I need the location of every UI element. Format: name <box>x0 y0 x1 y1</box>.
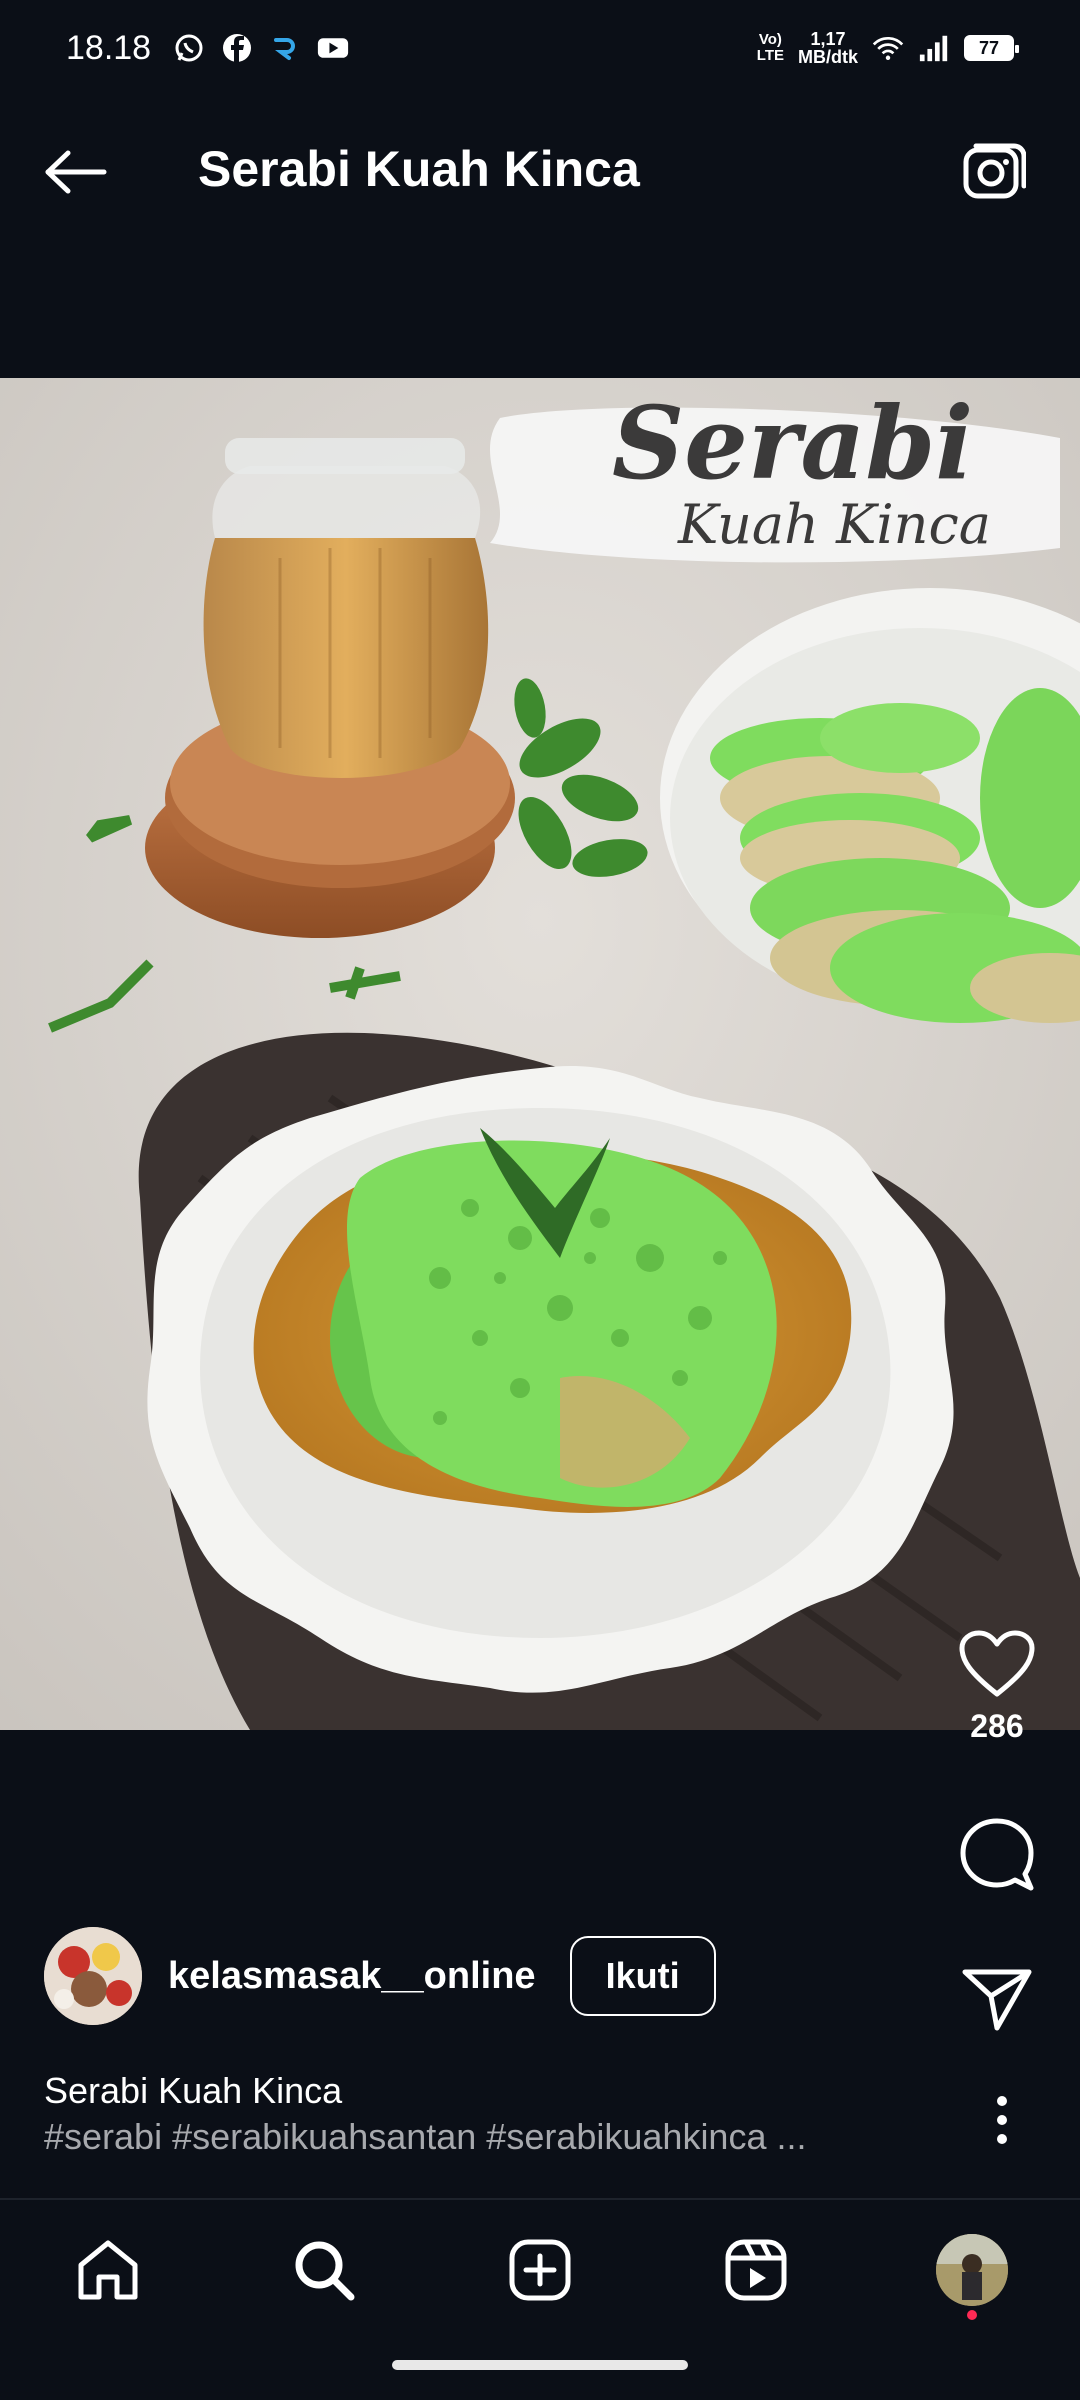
wifi-icon <box>872 32 904 64</box>
header: Serabi Kuah Kinca <box>0 96 1080 246</box>
caption-title: Serabi Kuah Kinca <box>44 2070 343 2111</box>
nav-search[interactable] <box>282 2228 366 2312</box>
more-vertical-icon <box>997 2096 1007 2144</box>
facebook-icon <box>221 32 253 64</box>
arrow-left-icon <box>45 150 107 194</box>
volte-indicator: Vo) LTE <box>757 32 784 64</box>
caption-hashtags[interactable]: #serabi #serabikuahsantan #serabikuahkin… <box>44 2114 944 2160</box>
nav-reels[interactable] <box>714 2228 798 2312</box>
page-title: Serabi Kuah Kinca <box>198 141 640 197</box>
profile-avatar <box>936 2234 1008 2306</box>
caption[interactable]: Serabi Kuah Kinca #serabi #serabikuahsan… <box>44 2068 944 2160</box>
comment-icon <box>960 1818 1034 1891</box>
notification-dot <box>967 2310 977 2320</box>
follow-button[interactable]: Ikuti <box>569 1936 716 2016</box>
bottom-nav <box>0 2200 1080 2340</box>
nav-home[interactable] <box>66 2228 150 2312</box>
comment-button[interactable] <box>942 1816 1052 1892</box>
home-icon <box>78 2240 138 2300</box>
search-icon <box>295 2241 355 2301</box>
author-row: kelasmasak__online Ikuti <box>44 1926 716 2026</box>
status-time: 18.18 <box>66 28 152 67</box>
like-button[interactable]: 286 <box>942 1630 1052 1745</box>
post-media[interactable]: Serabi Kuah Kinca <box>0 378 1080 1730</box>
overlay-title: Serabi <box>612 384 973 502</box>
network-speed: 1,17 MB/dtk <box>798 30 858 66</box>
nav-create[interactable] <box>498 2228 582 2312</box>
create-icon <box>509 2239 571 2301</box>
signal-icon <box>918 32 950 64</box>
share-button[interactable] <box>942 1966 1052 2032</box>
back-button[interactable] <box>40 136 112 208</box>
r-app-icon <box>269 32 301 64</box>
send-icon <box>962 1969 1032 2031</box>
like-count: 286 <box>970 1708 1024 1744</box>
home-indicator[interactable] <box>392 2360 688 2370</box>
overlay-subtitle: Kuah Kinca <box>677 493 991 556</box>
whatsapp-icon <box>173 32 205 64</box>
volte-top: Vo) <box>758 31 782 48</box>
youtube-icon <box>317 32 349 64</box>
nav-profile[interactable] <box>930 2228 1014 2320</box>
speed-value: 1,17 <box>810 29 846 49</box>
battery-level: 77 <box>978 37 1000 58</box>
sauce-jar <box>203 438 489 778</box>
battery-indicator: 77 <box>964 35 1019 61</box>
status-bar: 18.18 Vo) LTE 1,17 MB/dtk 77 <box>0 0 1080 96</box>
more-options-button[interactable] <box>972 2090 1032 2150</box>
author-avatar[interactable] <box>44 1927 142 2025</box>
camera-button[interactable] <box>958 136 1030 208</box>
author-username[interactable]: kelasmasak__online <box>168 1955 536 1998</box>
reels-icon <box>725 2239 787 2301</box>
speed-unit: MB/dtk <box>798 47 858 67</box>
volte-bottom: LTE <box>756 47 784 64</box>
camera-icon <box>963 143 1026 199</box>
heart-icon <box>959 1630 1035 1697</box>
